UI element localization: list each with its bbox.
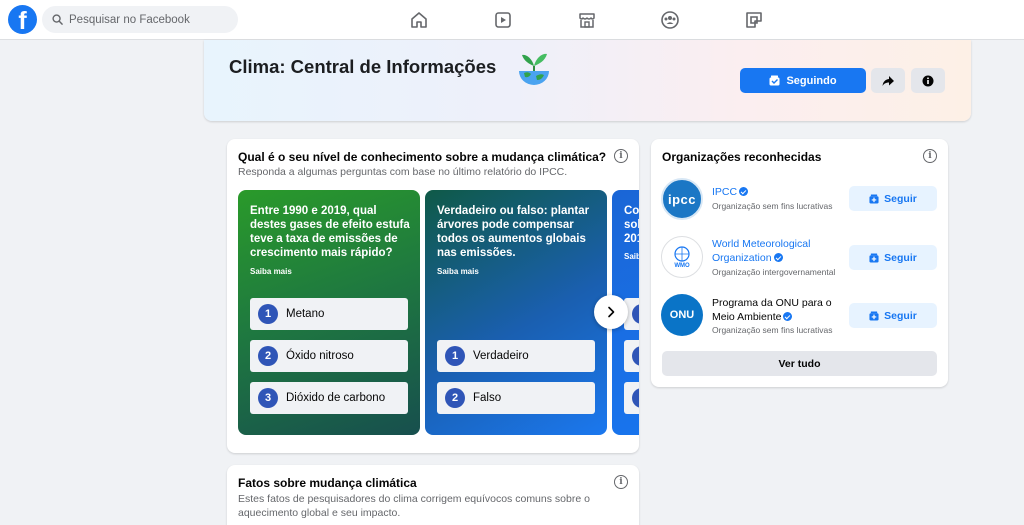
next-button[interactable] [594, 295, 628, 329]
groups-icon[interactable] [659, 9, 681, 31]
share-button[interactable] [871, 68, 905, 93]
chevron-right-icon [608, 306, 615, 318]
option-number: 2 [445, 388, 465, 408]
follow-button[interactable]: Seguir [849, 186, 937, 211]
following-label: Seguindo [786, 74, 837, 87]
question-text: Verdadeiro ou falso: plantar árvores pod… [437, 205, 590, 259]
org-type: Organização intergovernamental [712, 267, 836, 277]
verified-badge-icon [739, 187, 749, 196]
facts-title: Fatos sobre mudança climática [238, 476, 417, 490]
quiz-title: Qual é o seu nível de conhecimento sobre… [238, 150, 607, 164]
following-button[interactable]: Seguindo [740, 68, 866, 93]
option-label: Falso [473, 392, 502, 404]
verified-badge-icon [773, 253, 783, 262]
info-icon[interactable]: i [923, 149, 937, 163]
quiz-card: Qual é o seu nível de conhecimento sobre… [227, 139, 639, 453]
info-icon [922, 75, 934, 86]
question-text: Entre 1990 e 2019, qual destes gases de … [250, 205, 410, 259]
learn-more-link[interactable]: Saiba mais [437, 267, 479, 276]
search-box[interactable] [42, 6, 238, 33]
option-label: Óxido nitroso [286, 350, 354, 362]
follow-button[interactable]: Seguir [849, 245, 937, 270]
option-label: Dióxido de carbono [286, 392, 386, 404]
option-number: 1 [258, 304, 278, 324]
follow-icon [869, 310, 879, 321]
option-number: 2 [258, 346, 278, 366]
learn-more-link[interactable]: Saiba [624, 252, 639, 261]
unep-logo[interactable]: ONU [661, 294, 703, 336]
quiz-question-card[interactable]: Verdadeiro ou falso: plantar árvores pod… [425, 190, 607, 435]
page-header: Clima: Central de Informações Seguindo [204, 40, 971, 121]
answer-option[interactable]: 1 Metano [250, 298, 408, 330]
more-info-button[interactable] [911, 68, 945, 93]
learn-more-link[interactable]: Saiba mais [250, 267, 292, 276]
follow-icon [869, 252, 879, 263]
top-navigation-bar: f [0, 0, 1024, 40]
orgs-title: Organizações reconhecidas [662, 150, 822, 164]
question-text: Co sol 201 [624, 205, 639, 245]
answer-option[interactable]: 3 Dióxido de carbono [250, 382, 408, 414]
ipcc-logo[interactable]: ipcc [661, 178, 703, 220]
org-type: Organização sem fins lucrativas [712, 325, 833, 335]
option-number: 3 [258, 388, 278, 408]
see-all-button[interactable]: Ver tudo [662, 351, 937, 376]
info-icon[interactable]: i [614, 475, 628, 489]
org-name[interactable]: World Meteorological Organization [712, 237, 840, 265]
search-icon [52, 14, 63, 25]
answer-option[interactable]: 2 Falso [437, 382, 595, 414]
quiz-subtitle: Responda a algumas perguntas com base no… [238, 166, 568, 178]
org-type: Organização sem fins lucrativas [712, 201, 833, 211]
facts-card: Fatos sobre mudança climática Estes fato… [227, 465, 639, 525]
marketplace-icon[interactable] [576, 9, 598, 31]
facts-subtitle: Estes fatos de pesquisadores do clima co… [238, 493, 590, 519]
answer-option[interactable]: 1 Verdadeiro [437, 340, 595, 372]
option-number: 1 [445, 346, 465, 366]
follow-icon [869, 193, 879, 204]
option-label: Verdadeiro [473, 350, 529, 362]
verified-badge-icon [783, 312, 793, 321]
watch-icon[interactable] [492, 9, 514, 31]
globe-plant-icon [519, 53, 549, 85]
answer-option[interactable]: 2 Óxido nitroso [250, 340, 408, 372]
answer-option[interactable] [624, 340, 639, 372]
org-name[interactable]: Programa da ONU para o Meio Ambiente [712, 296, 840, 324]
org-name[interactable]: IPCC [712, 185, 840, 199]
recognized-orgs-card: Organizações reconhecidas i ipcc IPCC Or… [651, 139, 948, 387]
share-icon [882, 75, 894, 86]
search-input[interactable] [69, 13, 229, 26]
answer-option[interactable] [624, 382, 639, 414]
quiz-question-card[interactable]: Entre 1990 e 2019, qual destes gases de … [238, 190, 420, 435]
gaming-icon[interactable] [743, 9, 765, 31]
facebook-logo[interactable]: f [8, 5, 37, 34]
home-icon[interactable] [408, 9, 430, 31]
option-label: Metano [286, 308, 325, 320]
info-icon[interactable]: i [614, 149, 628, 163]
page-title: Clima: Central de Informações [229, 56, 497, 77]
following-icon [769, 75, 780, 86]
wmo-logo[interactable]: WMO [661, 236, 703, 278]
follow-button[interactable]: Seguir [849, 303, 937, 328]
